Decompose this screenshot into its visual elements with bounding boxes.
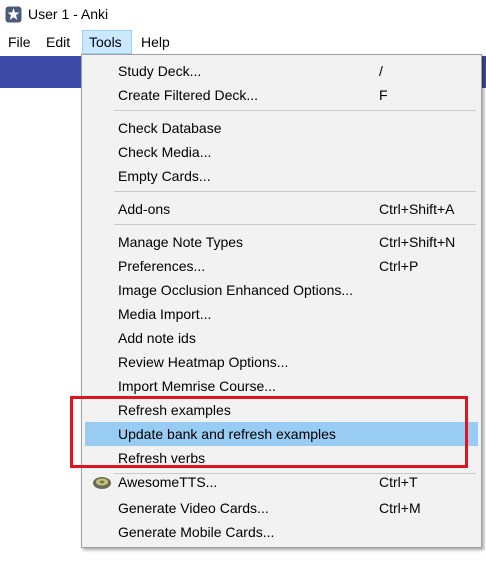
menu-item-check-media[interactable]: Check Media... — [85, 140, 478, 164]
menu-item-review-heatmap-options[interactable]: Review Heatmap Options... — [85, 350, 478, 374]
menu-item-label: Review Heatmap Options... — [118, 354, 289, 370]
menu-item-label: Media Import... — [118, 306, 212, 322]
window-title: User 1 - Anki — [28, 6, 109, 22]
anki-star-icon — [5, 6, 22, 23]
menu-item-import-memrise-course[interactable]: Import Memrise Course... — [85, 374, 478, 398]
menu-item-label: Create Filtered Deck... — [118, 87, 259, 103]
menu-separator — [114, 110, 476, 111]
menu-item-check-database[interactable]: Check Database — [85, 116, 478, 140]
annotation-highlight-box — [70, 396, 468, 468]
menu-item-shortcut: Ctrl+Shift+N — [379, 234, 456, 250]
menu-item-shortcut: Ctrl+T — [379, 474, 418, 490]
menu-help[interactable]: Help — [135, 30, 176, 54]
menu-item-label: Empty Cards... — [118, 168, 211, 184]
menu-item-empty-cards[interactable]: Empty Cards... — [85, 164, 478, 188]
menu-item-awesometts[interactable]: AwesomeTTS... Ctrl+T — [85, 470, 478, 494]
menu-item-label: AwesomeTTS... — [118, 474, 218, 490]
menu-edit[interactable]: Edit — [40, 30, 76, 54]
menu-item-label: Study Deck... — [118, 63, 202, 79]
menu-separator — [114, 224, 476, 225]
menu-separator — [114, 191, 476, 192]
menu-item-label: Add-ons — [118, 201, 171, 217]
menu-item-shortcut: F — [379, 87, 388, 103]
speaker-icon — [93, 477, 111, 489]
menu-item-label: Import Memrise Course... — [118, 378, 276, 394]
title-bar: User 1 - Anki — [0, 0, 486, 30]
menu-item-label: Generate Video Cards... — [118, 500, 269, 516]
menu-tools[interactable]: Tools — [82, 30, 132, 54]
tools-dropdown-menu: Study Deck... / Create Filtered Deck... … — [81, 54, 482, 548]
menu-item-study-deck[interactable]: Study Deck... / — [85, 59, 478, 83]
menu-item-image-occlusion-options[interactable]: Image Occlusion Enhanced Options... — [85, 278, 478, 302]
menu-item-generate-video-cards[interactable]: Generate Video Cards... Ctrl+M — [85, 496, 478, 520]
menu-item-label: Check Database — [118, 120, 222, 136]
menu-item-label: Generate Mobile Cards... — [118, 524, 275, 540]
menu-item-manage-note-types[interactable]: Manage Note Types Ctrl+Shift+N — [85, 230, 478, 254]
menu-item-label: Preferences... — [118, 258, 206, 274]
menu-item-shortcut: Ctrl+M — [379, 500, 421, 516]
menu-item-preferences[interactable]: Preferences... Ctrl+P — [85, 254, 478, 278]
menu-item-label: Image Occlusion Enhanced Options... — [118, 282, 354, 298]
menu-file[interactable]: File — [2, 30, 37, 54]
menu-item-shortcut: Ctrl+Shift+A — [379, 201, 455, 217]
menu-item-shortcut: / — [379, 63, 383, 79]
menu-item-shortcut: Ctrl+P — [379, 258, 419, 274]
menu-item-label: Manage Note Types — [118, 234, 244, 250]
menu-item-create-filtered-deck[interactable]: Create Filtered Deck... F — [85, 83, 478, 107]
menu-item-generate-mobile-cards[interactable]: Generate Mobile Cards... — [85, 520, 478, 544]
menu-item-label: Check Media... — [118, 144, 212, 160]
menu-item-media-import[interactable]: Media Import... — [85, 302, 478, 326]
menu-bar: File Edit Tools Help — [0, 30, 486, 54]
menu-item-add-note-ids[interactable]: Add note ids — [85, 326, 478, 350]
menu-item-label: Add note ids — [118, 330, 196, 346]
menu-item-add-ons[interactable]: Add-ons Ctrl+Shift+A — [85, 197, 478, 221]
